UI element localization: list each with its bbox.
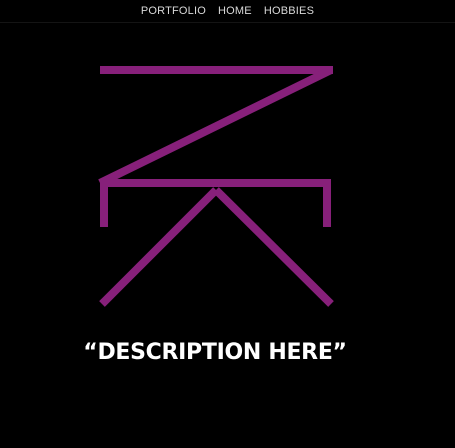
logo-stroke: [99, 187, 219, 307]
nav-link-portfolio[interactable]: PORTFOLIO: [141, 5, 206, 17]
zk-monogram-logo: [98, 66, 334, 307]
page: PORTFOLIO HOME HOBBIES “DESCRIPTION HERE…: [0, 0, 455, 448]
logo-stroke: [98, 66, 333, 187]
top-nav: PORTFOLIO HOME HOBBIES: [0, 0, 455, 23]
nav-link-home[interactable]: HOME: [218, 5, 252, 17]
nav-link-hobbies[interactable]: HOBBIES: [264, 5, 314, 17]
logo-stroke: [213, 187, 334, 307]
hero-tagline: “DESCRIPTION HERE”: [83, 340, 347, 365]
